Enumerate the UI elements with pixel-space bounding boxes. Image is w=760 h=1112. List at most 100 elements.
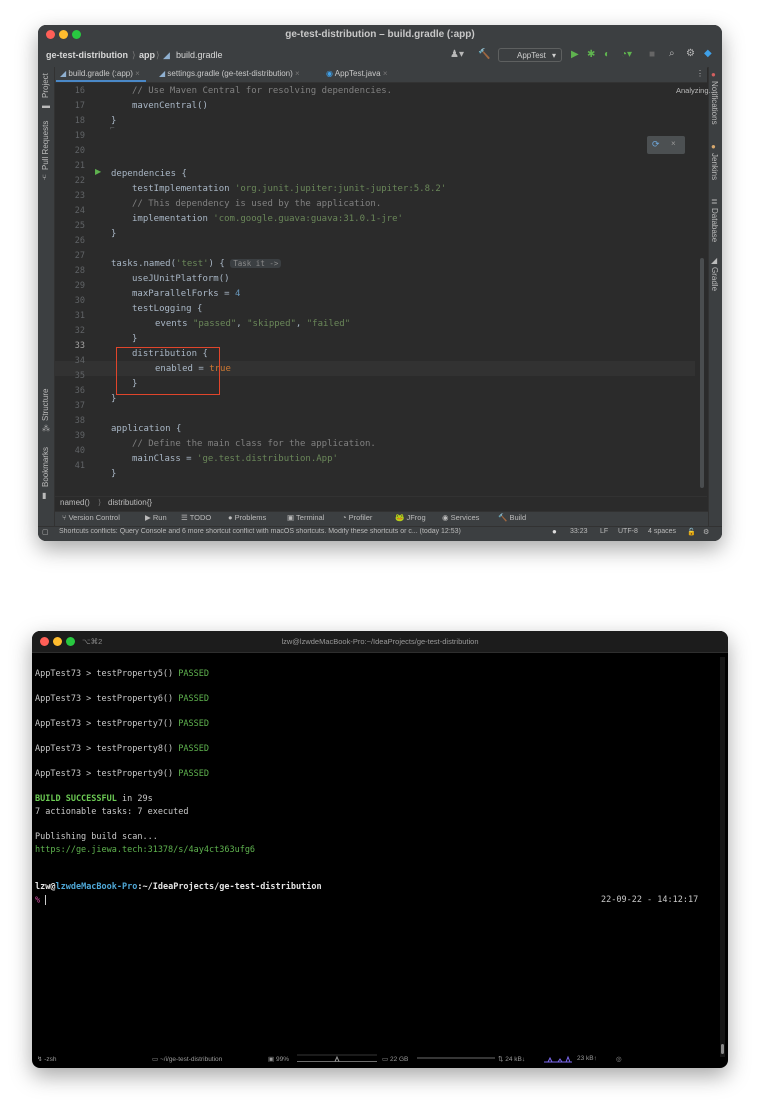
run-configuration-select[interactable]: AppTest ▾: [498, 48, 562, 62]
editor-scrollbar[interactable]: [700, 258, 704, 488]
build-hammer-icon[interactable]: 🔨: [478, 49, 490, 60]
tool-window-pull-requests[interactable]: Pull Requests: [41, 121, 50, 170]
profiler-icon: ◔: [342, 513, 347, 522]
tool-problems[interactable]: ● Problems: [228, 513, 266, 522]
gradle-reload-icon[interactable]: ⟳: [652, 139, 660, 150]
line-separator[interactable]: LF: [600, 528, 608, 535]
tool-jfrog[interactable]: 🐸 JFrog: [395, 513, 426, 522]
tab-apptest-java[interactable]: ◉ AppTest.java ×: [326, 69, 387, 78]
tab-build-gradle[interactable]: ◢ build.gradle (:app) ×: [56, 69, 146, 82]
user-icon[interactable]: ♟▾: [450, 49, 464, 60]
list-icon: ☰: [181, 513, 188, 522]
close-tab-icon[interactable]: ×: [383, 69, 388, 78]
cpu-graph: [297, 1054, 377, 1062]
tool-profiler[interactable]: ◔ Profiler: [342, 513, 372, 522]
breadcrumb-separator: ⟩: [98, 498, 102, 507]
breadcrumb-project[interactable]: ge-test-distribution: [46, 50, 128, 60]
panel-toggle-icon[interactable]: ▢: [42, 528, 49, 536]
code-line-28: maxParallelForks = 4: [132, 289, 241, 299]
code-line-20: dependencies {: [111, 169, 187, 179]
tool-todo[interactable]: ☰ TODO: [181, 513, 211, 522]
code-line-16: // Use Maven Central for resolving depen…: [132, 86, 393, 96]
line-number: 39: [74, 431, 85, 441]
search-icon[interactable]: ⌕: [669, 48, 675, 59]
code-line-29: testLogging {: [132, 304, 203, 314]
line-number: 18: [74, 116, 85, 126]
tool-window-structure[interactable]: Structure: [41, 389, 50, 421]
bookmark-icon: ▮: [42, 491, 47, 500]
close-tab-icon[interactable]: ×: [135, 69, 140, 78]
stop-icon[interactable]: ■: [649, 49, 655, 60]
lock-icon[interactable]: 🔓: [687, 528, 696, 536]
gradle-sync-popup[interactable]: ⟳ ×: [647, 136, 685, 154]
build-scan-link[interactable]: https://ge.jiewa.tech:31378/s/4ay4ct363u…: [35, 845, 255, 855]
tool-terminal[interactable]: ▣ Terminal: [287, 513, 324, 522]
tool-run[interactable]: ▶ Run: [145, 513, 167, 522]
command-input-line[interactable]: %: [35, 895, 47, 906]
line-number: 29: [74, 281, 85, 291]
code-line-35: }: [111, 394, 117, 404]
code-line-38: // Define the main class for the applica…: [132, 439, 376, 449]
line-number: 37: [74, 401, 85, 411]
code-line-23: implementation 'com.google.guava:guava:3…: [132, 214, 403, 224]
line-number: 36: [74, 386, 85, 396]
jenkins-icon: ●: [711, 142, 716, 151]
analyzing-status: Analyzing...: [676, 86, 715, 95]
debug-icon[interactable]: ✱: [587, 49, 595, 60]
tool-version-control[interactable]: ⑂ Version Control: [62, 513, 120, 522]
status-message[interactable]: Shortcuts conflicts: Query Console and 6…: [59, 528, 529, 535]
indent-setting[interactable]: 4 spaces: [648, 528, 676, 535]
coverage-icon[interactable]: ◐: [604, 49, 610, 60]
tool-window-database[interactable]: Database: [710, 208, 719, 242]
network-upload: 23 kB↑: [577, 1055, 597, 1062]
tool-window-jenkins[interactable]: Jenkins: [710, 153, 719, 180]
profile-icon[interactable]: ◔▾: [621, 49, 632, 60]
progress-indicator-icon[interactable]: ●: [552, 527, 557, 536]
terminal-scroll-thumb[interactable]: [721, 1044, 724, 1054]
text-cursor: [45, 895, 47, 905]
prompt-line: lzw@lzwdeMacBook-Pro:~/IdeaProjects/ge-t…: [35, 882, 322, 892]
run-gutter-icon[interactable]: ▶: [95, 167, 101, 176]
services-icon: ◉: [442, 513, 449, 522]
terminal-scrollbar[interactable]: [720, 657, 725, 1057]
tasks-line: 7 actionable tasks: 7 executed: [35, 807, 189, 817]
breadcrumb-separator: ⟩: [132, 50, 136, 60]
line-number: 22: [74, 176, 85, 186]
notifications-icon: ●: [711, 70, 716, 79]
java-class-icon: ◉: [326, 69, 333, 78]
caret-position[interactable]: 33:23: [570, 528, 588, 535]
line-number: 24: [74, 206, 85, 216]
close-icon[interactable]: ×: [671, 139, 676, 148]
network-download: ⇅ 24 kB↓: [498, 1056, 526, 1063]
line-number: 41: [74, 461, 85, 471]
run-icon[interactable]: ▶: [571, 49, 579, 60]
inspection-icon[interactable]: ⚙: [703, 528, 709, 536]
breadcrumb-file[interactable]: build.gradle: [176, 50, 223, 60]
close-tab-icon[interactable]: ×: [295, 69, 300, 78]
gear-icon[interactable]: ⚙: [686, 48, 695, 59]
tool-window-project[interactable]: Project: [41, 73, 50, 98]
play-icon: ▶: [145, 513, 151, 522]
code-breadcrumb-distribution[interactable]: distribution{}: [108, 498, 152, 507]
line-number: 20: [74, 146, 85, 156]
code-editor[interactable]: Analyzing... ⟳ × 16 17 18 19 20 21 22 23 24 25 26 2…: [55, 83, 715, 496]
tab-settings-gradle[interactable]: ◢ settings.gradle (ge-test-distribution)…: [159, 69, 300, 78]
line-number: 40: [74, 446, 85, 456]
network-icon: ⇅: [498, 1056, 504, 1063]
line-number: 19: [74, 131, 85, 141]
ide-window: ge-test-distribution – build.gradle (:ap…: [38, 25, 722, 541]
toolbox-icon[interactable]: ◆: [704, 48, 712, 59]
breadcrumb-module[interactable]: app: [139, 50, 155, 60]
line-number: 30: [74, 296, 85, 306]
code-line-37: application {: [111, 424, 182, 434]
tool-window-bookmarks[interactable]: Bookmarks: [41, 447, 50, 487]
tool-build[interactable]: 🔨 Build: [498, 513, 526, 522]
more-options-icon[interactable]: ⋮: [696, 69, 704, 78]
terminal-window: ⌥⌘2 lzw@lzwdeMacBook-Pro:~/IdeaProjects/…: [32, 631, 728, 1068]
tool-window-gradle[interactable]: Gradle: [710, 267, 719, 291]
tool-services[interactable]: ◉ Services: [442, 513, 479, 522]
current-directory: ▭ ~/i/ge-test-distribution: [152, 1056, 223, 1063]
test-result-line: AppTest73 > testProperty6() PASSED: [35, 694, 210, 704]
file-encoding[interactable]: UTF-8: [618, 528, 638, 535]
code-breadcrumb-named[interactable]: named(): [60, 498, 90, 507]
